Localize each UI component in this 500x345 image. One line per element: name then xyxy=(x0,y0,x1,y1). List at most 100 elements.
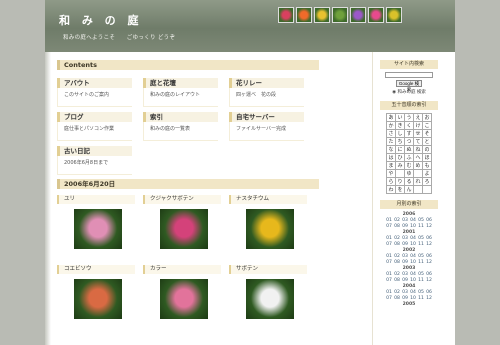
flower-photo-card[interactable]: クジャクサボテン xyxy=(143,195,221,255)
flower-thumbnail[interactable] xyxy=(314,7,330,23)
google-search-button[interactable]: Google 検索 xyxy=(396,80,422,92)
flower-photo[interactable] xyxy=(74,209,122,249)
month-link[interactable]: 08 xyxy=(393,278,401,284)
kana-index-cell[interactable]: ろ xyxy=(422,177,432,186)
kana-index-cell[interactable]: き xyxy=(395,121,405,130)
kana-index-cell[interactable]: よ xyxy=(422,169,432,178)
month-link[interactable]: 08 xyxy=(393,260,401,266)
kana-index-cell[interactable]: ま xyxy=(386,161,396,170)
flower-photo[interactable] xyxy=(246,279,294,319)
kana-index-cell[interactable]: わ xyxy=(386,185,396,194)
kana-index-cell[interactable]: ぬ xyxy=(404,145,414,154)
kana-index-cell[interactable]: る xyxy=(404,177,414,186)
kana-index-cell[interactable]: も xyxy=(422,161,432,170)
kana-index-cell[interactable]: あ xyxy=(386,113,396,122)
kana-index-cell[interactable]: ひ xyxy=(395,153,405,162)
kana-index-cell[interactable]: り xyxy=(395,177,405,186)
kana-index-cell[interactable]: さ xyxy=(386,129,396,138)
contents-item-title[interactable]: アバウト xyxy=(57,78,132,88)
month-link[interactable]: 07 xyxy=(385,260,393,266)
contents-item[interactable]: 索引 和みの庭の一覧表 xyxy=(143,112,218,141)
month-link[interactable]: 07 xyxy=(385,242,393,248)
kana-index-cell[interactable]: ゆ xyxy=(404,169,414,178)
flower-thumbnail[interactable] xyxy=(368,7,384,23)
month-link[interactable]: 11 xyxy=(417,260,425,266)
contents-item-title[interactable]: 索引 xyxy=(143,112,218,122)
kana-index-cell[interactable]: え xyxy=(413,113,423,122)
kana-index-cell[interactable]: む xyxy=(404,161,414,170)
kana-index-cell[interactable]: ん xyxy=(404,185,414,194)
kana-index-cell[interactable]: へ xyxy=(413,153,423,162)
kana-index-cell[interactable]: う xyxy=(404,113,414,122)
kana-index-cell[interactable]: ほ xyxy=(422,153,432,162)
contents-item[interactable]: ブログ 庭仕事とパソコン作業 xyxy=(57,112,132,141)
flower-thumbnail[interactable] xyxy=(278,7,294,23)
flower-thumbnail[interactable] xyxy=(296,7,312,23)
contents-item[interactable]: アバウト このサイトのご案内 xyxy=(57,78,132,107)
flower-photo-card[interactable]: コエビソウ xyxy=(57,265,135,325)
kana-index-cell[interactable]: の xyxy=(422,145,432,154)
flower-photo[interactable] xyxy=(160,279,208,319)
kana-index-cell[interactable]: ふ xyxy=(404,153,414,162)
contents-item[interactable]: 古い日記 2006年6月8日まで xyxy=(57,146,132,175)
kana-index-cell[interactable]: を xyxy=(395,185,405,194)
flower-photo-card[interactable]: ナスタチウム xyxy=(229,195,307,255)
kana-index-cell[interactable]: け xyxy=(413,121,423,130)
kana-index-cell[interactable]: み xyxy=(395,161,405,170)
kana-index-cell[interactable]: お xyxy=(422,113,432,122)
flower-photo[interactable] xyxy=(160,209,208,249)
contents-item-title[interactable]: 庭と花壇 xyxy=(143,78,218,88)
kana-index-cell[interactable]: せ xyxy=(413,129,423,138)
search-scope-radio[interactable]: ◉ 和みの庭 検索 xyxy=(380,89,438,95)
kana-index-cell[interactable]: い xyxy=(395,113,405,122)
kana-index-cell[interactable]: こ xyxy=(422,121,432,130)
site-title[interactable]: 和 み の 庭 xyxy=(59,12,143,28)
contents-item[interactable]: 花リレー 四ヶ運べ 花の段 xyxy=(229,78,304,107)
contents-item-title[interactable]: 花リレー xyxy=(229,78,304,88)
month-link[interactable]: 12 xyxy=(425,296,433,302)
kana-index-cell[interactable]: に xyxy=(395,145,405,154)
contents-item-title[interactable]: 自宅サーバー xyxy=(229,112,304,122)
flower-thumbnail[interactable] xyxy=(386,7,402,23)
kana-index-cell[interactable]: な xyxy=(386,145,396,154)
month-link[interactable]: 07 xyxy=(385,224,393,230)
month-link[interactable]: 12 xyxy=(425,224,433,230)
kana-index-cell[interactable]: め xyxy=(413,161,423,170)
flower-photo[interactable] xyxy=(246,209,294,249)
search-input[interactable] xyxy=(385,72,433,78)
flower-photo[interactable] xyxy=(74,279,122,319)
kana-index-cell[interactable]: か xyxy=(386,121,396,130)
contents-item[interactable]: 自宅サーバー ファイルサーバー完成 xyxy=(229,112,304,141)
contents-item-title[interactable]: 古い日記 xyxy=(57,146,132,156)
month-link[interactable]: 07 xyxy=(385,296,393,302)
kana-index-cell[interactable]: つ xyxy=(404,137,414,146)
kana-index-cell[interactable]: く xyxy=(404,121,414,130)
flower-thumbnail[interactable] xyxy=(350,7,366,23)
flower-thumbnail[interactable] xyxy=(332,7,348,23)
flower-photo-card[interactable]: ユリ xyxy=(57,195,135,255)
month-link[interactable]: 12 xyxy=(425,242,433,248)
month-link[interactable]: 07 xyxy=(385,278,393,284)
month-link[interactable]: 11 xyxy=(417,224,425,230)
flower-photo-card[interactable]: カラー xyxy=(143,265,221,325)
month-link[interactable]: 08 xyxy=(393,296,401,302)
month-link[interactable]: 12 xyxy=(425,260,433,266)
kana-index-cell[interactable]: し xyxy=(395,129,405,138)
month-link[interactable]: 08 xyxy=(393,242,401,248)
month-link[interactable]: 11 xyxy=(417,242,425,248)
kana-index-cell[interactable]: た xyxy=(386,137,396,146)
kana-index-cell[interactable]: ら xyxy=(386,177,396,186)
contents-item[interactable]: 庭と花壇 和みの庭のレイアウト xyxy=(143,78,218,107)
kana-index-cell[interactable]: す xyxy=(404,129,414,138)
month-link[interactable]: 11 xyxy=(417,296,425,302)
kana-index-cell[interactable]: は xyxy=(386,153,396,162)
month-link[interactable]: 11 xyxy=(417,278,425,284)
kana-index-cell[interactable]: そ xyxy=(422,129,432,138)
kana-index-cell[interactable]: ち xyxy=(395,137,405,146)
kana-index-cell[interactable]: ね xyxy=(413,145,423,154)
kana-index-cell[interactable]: れ xyxy=(413,177,423,186)
kana-index-cell[interactable]: と xyxy=(422,137,432,146)
month-link[interactable]: 12 xyxy=(425,278,433,284)
contents-item-title[interactable]: ブログ xyxy=(57,112,132,122)
month-link[interactable]: 08 xyxy=(393,224,401,230)
